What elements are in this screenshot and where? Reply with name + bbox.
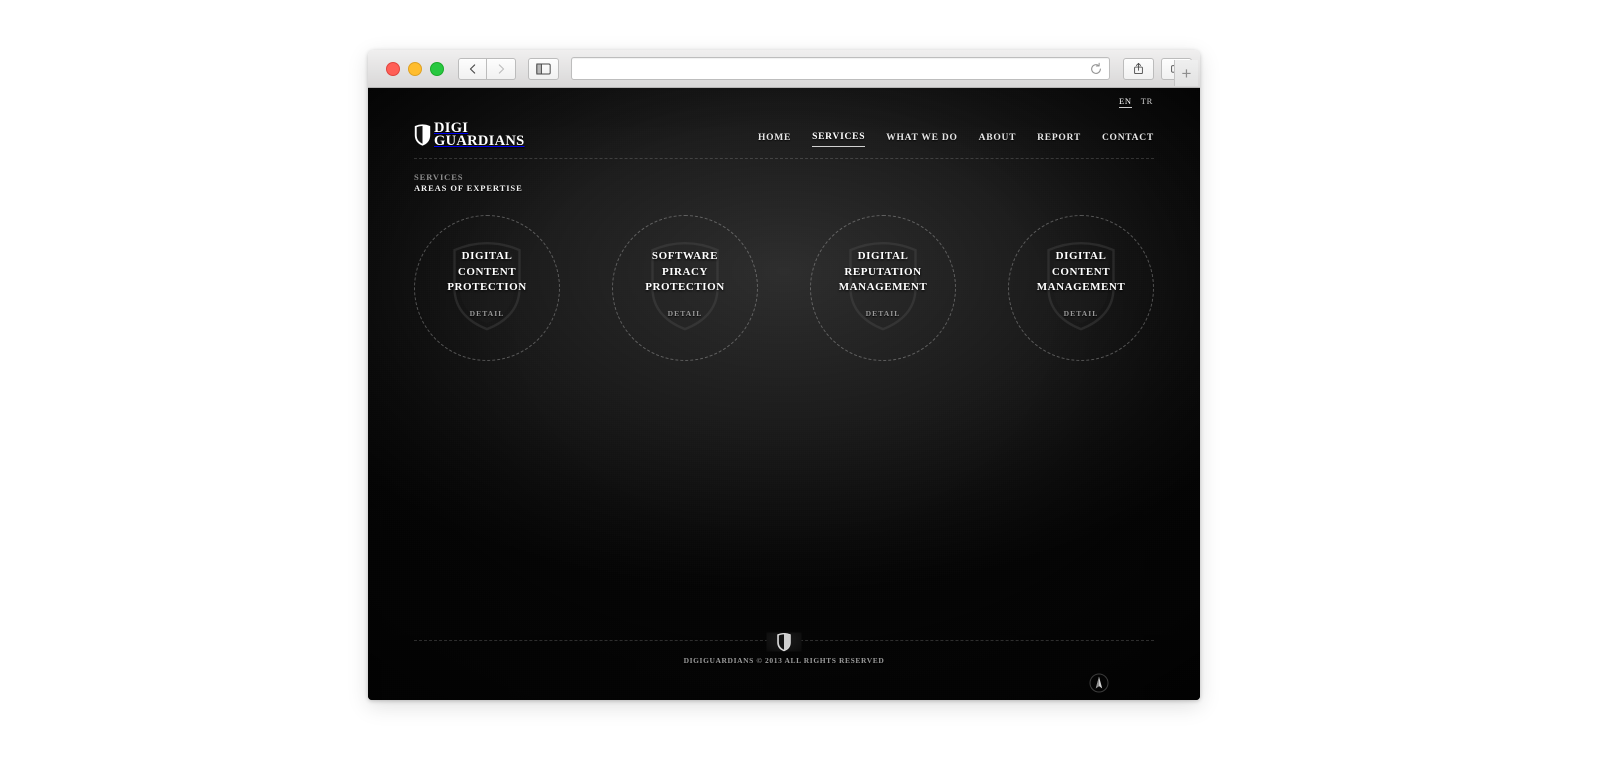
service-title-line-3: MANAGEMENT xyxy=(838,281,928,294)
page-container: EN TR DIGI GUARDIANS HOME SERVICES WHAT … xyxy=(414,88,1154,362)
service-title-line-1: SOFTWARE xyxy=(651,250,719,263)
language-option-tr[interactable]: TR xyxy=(1141,96,1153,108)
service-title: DIGITAL CONTENT PROTECTION xyxy=(447,249,526,296)
service-title: SOFTWARE PIRACY PROTECTION xyxy=(645,249,724,296)
service-title-line-3: MANAGEMENT xyxy=(1036,281,1126,294)
footer-brand-badge[interactable] xyxy=(1088,672,1110,694)
new-tab-button[interactable]: + xyxy=(1174,60,1198,86)
close-window-button[interactable] xyxy=(386,61,400,76)
services-list: DIGITAL CONTENT PROTECTION DETAIL SOFTWA… xyxy=(414,194,1154,362)
maximize-window-button[interactable] xyxy=(430,61,444,76)
service-card-software-piracy-protection[interactable]: SOFTWARE PIRACY PROTECTION DETAIL xyxy=(612,215,758,362)
service-detail-link[interactable]: DETAIL xyxy=(668,309,703,318)
service-detail-link[interactable]: DETAIL xyxy=(866,309,901,318)
window-controls xyxy=(386,61,444,76)
service-title-line-3: PROTECTION xyxy=(645,281,725,294)
navigation-buttons xyxy=(458,57,516,80)
back-button[interactable] xyxy=(458,57,487,80)
service-title-line-1: DIGITAL xyxy=(1055,250,1107,263)
footer-shield-icon xyxy=(766,632,802,651)
site-header: DIGI GUARDIANS HOME SERVICES WHAT WE DO … xyxy=(414,108,1154,159)
forward-button[interactable] xyxy=(487,57,516,80)
service-detail-link[interactable]: DETAIL xyxy=(470,309,505,318)
nav-item-about[interactable]: ABOUT xyxy=(979,133,1017,147)
nav-item-what-we-do[interactable]: WHAT WE DO xyxy=(886,133,957,147)
service-card-digital-content-management[interactable]: DIGITAL CONTENT MANAGEMENT DETAIL xyxy=(1008,215,1154,362)
shield-icon xyxy=(414,124,431,146)
service-title-line-1: DIGITAL xyxy=(857,250,909,263)
footer-divider xyxy=(414,632,1154,651)
screenshot-root: + EN TR DIGI GUARDIANS HOME SERVICES WHA… xyxy=(0,0,1600,772)
logo-line-2: GUARDIANS xyxy=(434,133,525,150)
sidebar-toggle-button[interactable] xyxy=(528,57,559,80)
service-title: DIGITAL CONTENT MANAGEMENT xyxy=(1037,249,1126,296)
browser-window: + EN TR DIGI GUARDIANS HOME SERVICES WHA… xyxy=(368,50,1200,700)
reload-icon[interactable] xyxy=(1089,62,1103,76)
page-viewport: EN TR DIGI GUARDIANS HOME SERVICES WHAT … xyxy=(368,88,1200,700)
minimize-window-button[interactable] xyxy=(408,61,422,76)
service-detail-link[interactable]: DETAIL xyxy=(1064,309,1099,318)
share-button[interactable] xyxy=(1123,57,1154,80)
nav-item-home[interactable]: HOME xyxy=(758,133,791,147)
site-footer: DIGIGUARDIANS © 2013 ALL RIGHTS RESERVED xyxy=(368,632,1200,700)
service-title-line-2: PIRACY xyxy=(661,265,709,278)
page-title: AREAS OF EXPERTISE xyxy=(414,182,523,193)
site-logo[interactable]: DIGI GUARDIANS xyxy=(414,121,525,150)
main-navigation: HOME SERVICES WHAT WE DO ABOUT REPORT CO… xyxy=(758,132,1154,149)
section-kicker: SERVICES xyxy=(414,171,464,182)
nav-item-services[interactable]: SERVICES xyxy=(812,132,866,147)
service-title-line-2: CONTENT xyxy=(457,265,517,278)
service-title-line-2: CONTENT xyxy=(1051,265,1111,278)
section-heading: SERVICES AREAS OF EXPERTISE xyxy=(414,159,1154,194)
logo-wordmark: DIGI GUARDIANS xyxy=(434,121,525,150)
language-switcher: EN TR xyxy=(414,88,1154,108)
nav-item-report[interactable]: REPORT xyxy=(1037,133,1081,147)
address-bar[interactable] xyxy=(571,57,1110,80)
service-title-line-1: DIGITAL xyxy=(461,250,513,263)
language-option-en[interactable]: EN xyxy=(1119,96,1132,108)
service-title-line-2: REPUTATION xyxy=(844,265,922,278)
browser-toolbar: + xyxy=(368,50,1200,88)
service-card-digital-reputation-management[interactable]: DIGITAL REPUTATION MANAGEMENT DETAIL xyxy=(810,215,956,362)
service-card-digital-content-protection[interactable]: DIGITAL CONTENT PROTECTION DETAIL xyxy=(414,215,560,362)
service-title: DIGITAL REPUTATION MANAGEMENT xyxy=(839,249,928,296)
nav-item-contact[interactable]: CONTACT xyxy=(1102,133,1154,147)
service-title-line-3: PROTECTION xyxy=(447,281,527,294)
